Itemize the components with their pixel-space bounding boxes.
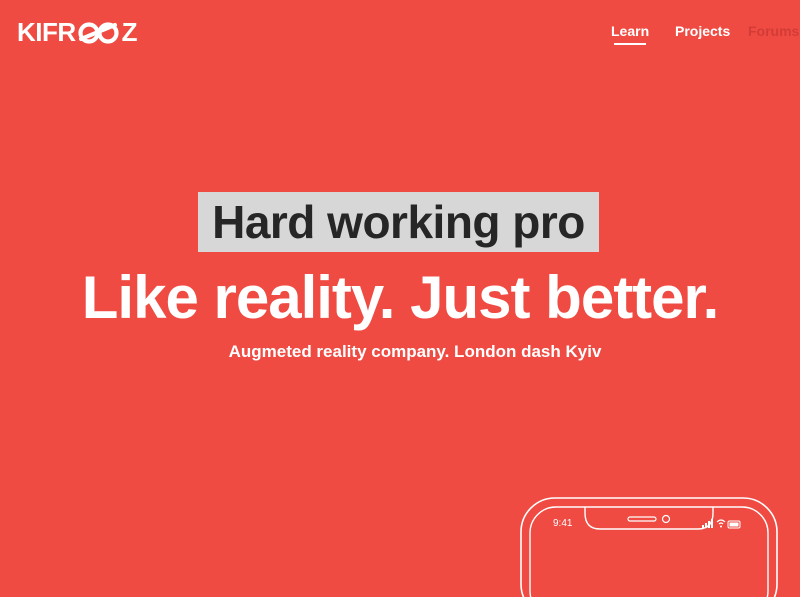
wifi-icon	[716, 519, 726, 525]
kifreez-logo[interactable]: KIFR Z	[17, 16, 138, 47]
double-loop-logo-icon	[78, 22, 119, 44]
nav-item-learn-label: Learn	[611, 23, 650, 39]
phone-speaker-icon	[627, 516, 657, 522]
phone-status-time: 9:41	[553, 518, 573, 529]
hero-badge: Hard working pro	[198, 192, 599, 252]
phone-camera-icon	[661, 514, 671, 524]
hero-subtitle: Augmeted reality company. London dash Ky…	[228, 342, 602, 361]
logo-text-prefix: KIFR	[17, 16, 76, 47]
nav-item-projects[interactable]: Projects	[675, 23, 730, 39]
active-nav-underline	[614, 43, 647, 45]
logo-text-suffix: Z	[121, 16, 138, 47]
battery-icon	[727, 520, 741, 529]
nav-item-learn[interactable]: Learn	[611, 23, 650, 45]
phone-mockup	[520, 497, 778, 597]
nav-item-forums[interactable]: Forums	[748, 23, 799, 39]
hero-headline: Like reality. Just better.	[81, 264, 720, 331]
